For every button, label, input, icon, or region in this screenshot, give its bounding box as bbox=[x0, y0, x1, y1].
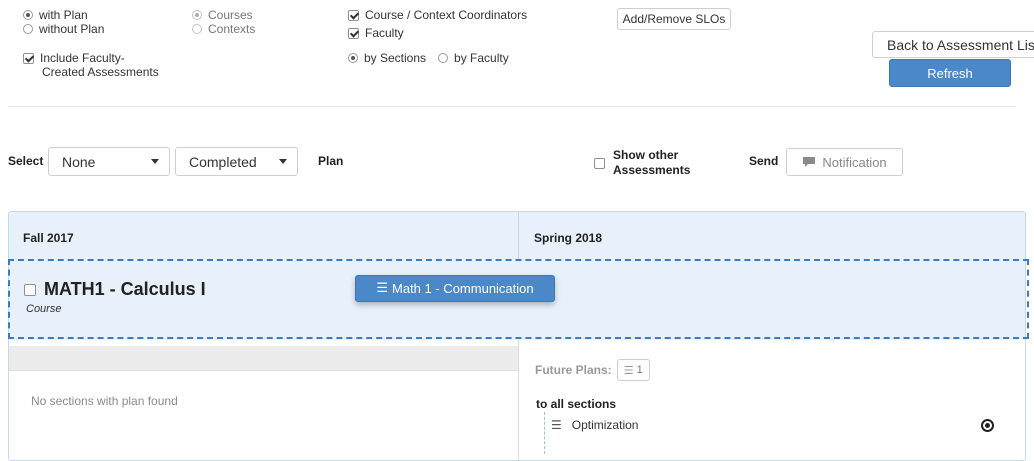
no-sections-message: No sections with plan found bbox=[31, 394, 178, 408]
grid-header-divider bbox=[518, 212, 519, 260]
course-type: Course bbox=[26, 303, 62, 315]
group-filter: by Sections by Faculty bbox=[348, 51, 509, 65]
faculty-option[interactable]: Faculty bbox=[348, 26, 527, 40]
future-plans-count: 1 bbox=[636, 364, 643, 376]
plan-chip-math1-communication[interactable]: ☰ Math 1 - Communication bbox=[355, 275, 555, 302]
without-plan-label: without Plan bbox=[39, 22, 105, 36]
show-other-label-2: Assessments bbox=[613, 163, 691, 177]
filters-divider bbox=[8, 106, 1016, 107]
notification-button[interactable]: Notification bbox=[786, 148, 903, 176]
role-filter: Course / Context Coordinators Faculty bbox=[348, 8, 527, 40]
plan-label: Plan bbox=[318, 154, 344, 168]
with-plan-option[interactable]: with Plan bbox=[23, 8, 104, 22]
remove-plan-icon[interactable] bbox=[981, 419, 994, 432]
include-faculty-label-2: Created Assessments bbox=[42, 65, 159, 79]
select-dropdown-value: None bbox=[62, 153, 96, 170]
send-label: Send bbox=[749, 154, 779, 168]
include-faculty-checkbox[interactable] bbox=[23, 52, 34, 64]
select-dropdown[interactable]: None bbox=[48, 147, 170, 176]
show-other-label: Show other Assessments bbox=[613, 148, 690, 178]
status-dropdown[interactable]: Completed bbox=[175, 147, 298, 176]
chevron-down-icon bbox=[279, 159, 287, 164]
grid-header bbox=[9, 212, 1025, 260]
status-dropdown-value: Completed bbox=[189, 153, 257, 170]
future-plans-count-button[interactable]: ☰ 1 bbox=[616, 359, 650, 381]
future-plans-row: Future Plans: ☰ 1 bbox=[535, 359, 650, 381]
select-label: Select bbox=[8, 154, 44, 168]
plan-item-optimization[interactable]: ☰ Optimization bbox=[551, 418, 638, 432]
column-spring-2018: Spring 2018 bbox=[534, 231, 603, 245]
show-other-label-1: Show other bbox=[613, 148, 679, 162]
courses-radio[interactable] bbox=[192, 10, 202, 20]
without-plan-option[interactable]: without Plan bbox=[23, 22, 104, 36]
faculty-label: Faculty bbox=[365, 26, 404, 40]
plan-item-connector bbox=[544, 412, 546, 454]
back-to-assessment-list-button[interactable]: Back to Assessment List bbox=[872, 31, 1034, 58]
with-plan-radio[interactable] bbox=[23, 10, 33, 20]
plan-chip-label: Math 1 - Communication bbox=[392, 281, 534, 296]
course-title: MATH1 - Calculus I bbox=[44, 279, 206, 299]
coordinators-label: Course / Context Coordinators bbox=[365, 8, 528, 22]
courses-label: Courses bbox=[208, 8, 253, 22]
show-other-checkbox[interactable] bbox=[594, 157, 605, 169]
future-plans-label: Future Plans: bbox=[535, 363, 612, 377]
list-icon: ☰ bbox=[623, 363, 634, 377]
list-icon: ☰ bbox=[376, 281, 389, 296]
by-sections-label[interactable]: by Sections bbox=[364, 51, 426, 65]
comment-icon bbox=[803, 157, 816, 167]
remove-plan-icon-dot bbox=[985, 423, 990, 428]
plan-filter: with Plan without Plan bbox=[23, 8, 104, 36]
refresh-button[interactable]: Refresh bbox=[889, 59, 1011, 87]
by-sections-radio[interactable] bbox=[348, 53, 358, 63]
left-section-header bbox=[9, 346, 518, 371]
include-faculty-label: Include Faculty- bbox=[40, 51, 125, 65]
without-plan-radio[interactable] bbox=[23, 24, 33, 34]
coordinators-option[interactable]: Course / Context Coordinators bbox=[348, 8, 527, 22]
notification-label: Notification bbox=[822, 154, 887, 170]
course-title-row: MATH1 - Calculus I bbox=[24, 279, 206, 300]
scope-filter: Courses Contexts bbox=[192, 8, 255, 36]
contexts-label: Contexts bbox=[208, 22, 256, 36]
show-other-assessments-option[interactable]: Show other Assessments bbox=[594, 148, 690, 178]
include-faculty-option[interactable]: Include Faculty- Created Assessments bbox=[23, 51, 159, 79]
contexts-option[interactable]: Contexts bbox=[192, 22, 255, 36]
faculty-checkbox[interactable] bbox=[348, 27, 359, 39]
chevron-down-icon bbox=[151, 159, 159, 164]
by-faculty-radio[interactable] bbox=[438, 53, 449, 63]
courses-option[interactable]: Courses bbox=[192, 8, 255, 22]
to-all-sections-label: to all sections bbox=[536, 397, 617, 411]
add-remove-slos-button[interactable]: Add/Remove SLOs bbox=[617, 8, 731, 30]
with-plan-label: with Plan bbox=[39, 8, 88, 22]
coordinators-checkbox[interactable] bbox=[348, 9, 359, 21]
list-icon: ☰ bbox=[551, 418, 562, 432]
plan-item-label: Optimization bbox=[571, 418, 639, 432]
contexts-radio[interactable] bbox=[192, 24, 202, 34]
course-checkbox[interactable] bbox=[24, 283, 36, 296]
column-fall-2017: Fall 2017 bbox=[23, 231, 74, 245]
by-faculty-label[interactable]: by Faculty bbox=[454, 51, 509, 65]
